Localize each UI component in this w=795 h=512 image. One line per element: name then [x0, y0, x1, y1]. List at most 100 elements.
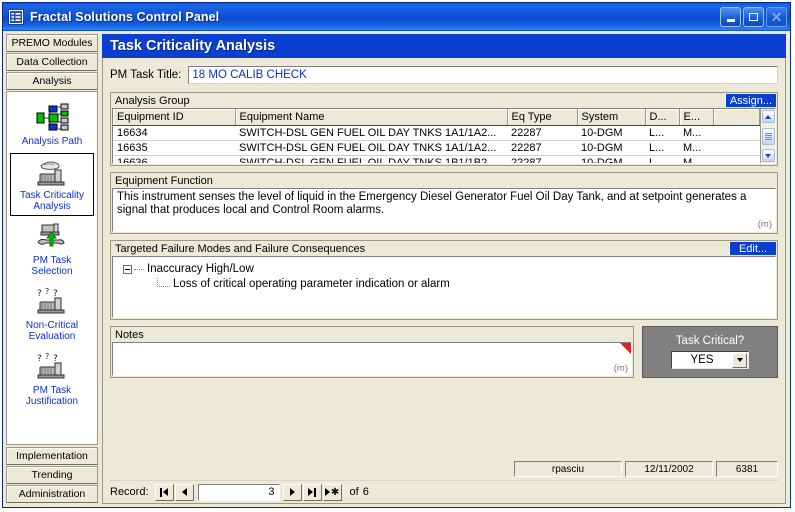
- next-record-icon: [289, 488, 295, 496]
- cell-equipment-id: 16636: [113, 155, 235, 163]
- application-window: Fractal Solutions Control Panel ✕ PREMO …: [2, 2, 791, 508]
- equipment-function-text[interactable]: This instrument senses the level of liqu…: [112, 188, 776, 232]
- cell-equipment-name: SWITCH-DSL GEN FUEL OIL DAY TNKS 1B1/1B2…: [235, 155, 507, 163]
- sidebar-item-task-criticality-analysis[interactable]: Task Criticality Analysis: [10, 153, 94, 216]
- table-row[interactable]: 16634 SWITCH-DSL GEN FUEL OIL DAY TNKS 1…: [113, 125, 760, 141]
- column-header-equipment-name[interactable]: Equipment Name: [235, 109, 508, 126]
- minimize-button[interactable]: [720, 7, 741, 27]
- table-row[interactable]: 16635 SWITCH-DSL GEN FUEL OIL DAY TNKS 1…: [113, 140, 760, 156]
- screen: Fractal Solutions Control Panel ✕ PREMO …: [0, 0, 795, 512]
- chevron-down-icon: [736, 358, 743, 362]
- failure-modes-label: Targeted Failure Modes and Failure Conse…: [115, 242, 366, 255]
- pm-task-title-row: PM Task Title: 18 MO CALIB CHECK: [110, 66, 778, 84]
- edit-button[interactable]: Edit...: [730, 242, 776, 255]
- notes-label: Notes: [115, 328, 144, 341]
- notes-and-criticality-row: Notes (m) Task Critical? YES: [110, 326, 778, 378]
- equipment-table: Equipment ID Equipment Name Eq Type Syst…: [113, 109, 760, 163]
- record-of-label: of: [349, 486, 359, 498]
- notes-caption-bar: Notes: [111, 327, 633, 342]
- maximize-button[interactable]: [743, 7, 764, 27]
- svg-text:?: ?: [45, 287, 49, 296]
- chevron-up-icon: [765, 114, 771, 119]
- close-button[interactable]: ✕: [766, 7, 787, 27]
- sidebar-tab-analysis[interactable]: Analysis: [6, 72, 98, 90]
- cell-eq-type: 22287: [507, 125, 577, 141]
- column-header-system[interactable]: System: [577, 109, 646, 126]
- scroll-down-button[interactable]: [761, 149, 775, 162]
- page-title: Task Criticality Analysis: [110, 38, 276, 54]
- previous-record-button[interactable]: [174, 483, 194, 501]
- svg-text:?: ?: [37, 289, 42, 299]
- cell-eq-type: 22287: [507, 155, 577, 163]
- column-header-blank[interactable]: [713, 109, 760, 126]
- column-header-eq-type[interactable]: Eq Type: [507, 109, 578, 126]
- column-header-equipment-id[interactable]: Equipment ID: [113, 109, 236, 126]
- chevron-down-icon: [765, 153, 771, 158]
- column-header-d[interactable]: D...: [645, 109, 680, 126]
- column-header-e[interactable]: E...: [679, 109, 714, 126]
- tree-root: Inaccuracy High/Low Loss of critical ope…: [117, 259, 771, 292]
- sidebar-item-pm-task-justification[interactable]: ? ? ? PM Task Justification: [10, 348, 94, 411]
- sidebar-item-label: Task Criticality Analysis: [20, 190, 84, 212]
- sidebar-tab-implementation[interactable]: Implementation: [6, 447, 98, 465]
- task-critical-dropdown[interactable]: YES: [671, 351, 749, 369]
- first-record-icon: [163, 488, 169, 496]
- sidebar-tab-data-collection[interactable]: Data Collection: [6, 53, 98, 71]
- tree-row-parent[interactable]: Inaccuracy High/Low: [123, 262, 771, 277]
- assign-button[interactable]: Assign...: [725, 94, 776, 107]
- cell-e: M...: [679, 140, 713, 156]
- non-critical-evaluation-icon: ? ? ?: [33, 286, 71, 318]
- cell-equipment-name: SWITCH-DSL GEN FUEL OIL DAY TNKS 1A1/1A2…: [235, 140, 507, 156]
- status-number-field: 6381: [716, 461, 778, 477]
- previous-record-icon: [181, 488, 187, 496]
- sidebar-tab-administration[interactable]: Administration: [6, 485, 98, 503]
- sidebar-item-analysis-path[interactable]: Analysis Path: [10, 99, 94, 151]
- next-record-button[interactable]: [282, 483, 302, 501]
- cell-system: 10-DGM: [577, 155, 645, 163]
- sidebar-item-label: Non-Critical Evaluation: [25, 320, 79, 342]
- sidebar-item-label: Analysis Path: [21, 136, 83, 147]
- sidebar-item-non-critical-evaluation[interactable]: ? ? ? Non-Critical Evaluation: [10, 283, 94, 346]
- notes-panel: Notes (m): [110, 326, 634, 378]
- cell-equipment-id: 16635: [113, 140, 235, 156]
- tree-row-child[interactable]: Loss of critical operating parameter ind…: [123, 277, 771, 292]
- scrollbar-thumb[interactable]: [761, 127, 775, 145]
- maximize-icon: [749, 13, 758, 21]
- window-controls: ✕: [720, 7, 787, 27]
- last-record-button[interactable]: [302, 483, 322, 501]
- equipment-function-panel: Equipment Function This instrument sense…: [110, 172, 778, 234]
- equipment-function-caption-bar: Equipment Function: [111, 173, 777, 188]
- scroll-up-button[interactable]: [761, 110, 775, 123]
- status-fields: rpasciu 12/11/2002 6381: [110, 461, 778, 480]
- table-row[interactable]: 16636 SWITCH-DSL GEN FUEL OIL DAY TNKS 1…: [113, 155, 760, 163]
- sidebar-tab-trending[interactable]: Trending: [6, 466, 98, 484]
- task-critical-value: YES: [690, 354, 714, 366]
- sidebar-item-pm-task-selection[interactable]: PM Task Selection: [10, 218, 94, 281]
- collapse-icon[interactable]: [123, 265, 132, 274]
- failure-modes-tree: Inaccuracy High/Low Loss of critical ope…: [112, 256, 776, 318]
- dropdown-arrow-button[interactable]: [732, 352, 747, 368]
- sidebar-tab-premo-modules[interactable]: PREMO Modules: [6, 34, 98, 52]
- record-navigator: Record: 3 ✱ of 6: [110, 480, 778, 501]
- pm-task-title-input[interactable]: 18 MO CALIB CHECK: [188, 66, 778, 84]
- tree-connector: [157, 277, 170, 287]
- new-record-button[interactable]: ✱: [322, 483, 342, 501]
- failure-consequence-label: Loss of critical operating parameter ind…: [173, 278, 450, 290]
- notes-input[interactable]: (m): [112, 342, 632, 376]
- cell-system: 10-DGM: [577, 125, 645, 141]
- table-vertical-scrollbar[interactable]: [760, 109, 775, 163]
- record-number-input[interactable]: 3: [197, 483, 280, 501]
- failure-modes-panel: Targeted Failure Modes and Failure Conse…: [110, 240, 778, 320]
- analysis-group-caption-bar: Analysis Group Assign...: [111, 93, 777, 108]
- tree-connector: [134, 269, 144, 270]
- cell-d: L...: [645, 140, 679, 156]
- main-area: Task Criticality Analysis PM Task Title:…: [102, 34, 786, 504]
- sidebar: PREMO Modules Data Collection Analysis A…: [6, 34, 98, 504]
- failure-mode-parent-label: Inaccuracy High/Low: [147, 263, 254, 275]
- last-record-icon: [308, 488, 314, 496]
- cell-d: L...: [645, 155, 679, 163]
- first-record-button[interactable]: [154, 483, 174, 501]
- cell-blank: [713, 140, 760, 156]
- app-grid-icon: [8, 9, 24, 25]
- analysis-group-panel: Analysis Group Assign... Equipment ID Eq…: [110, 92, 778, 166]
